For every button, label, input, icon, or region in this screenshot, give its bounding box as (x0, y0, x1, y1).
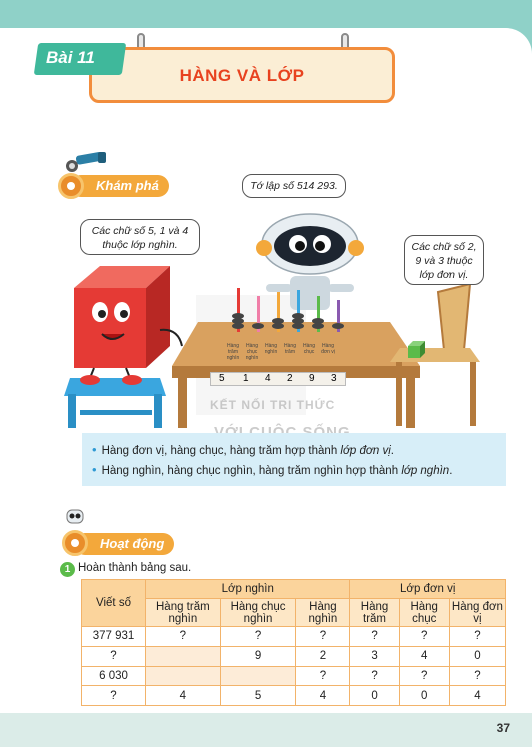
header-write-number: Viết số (81, 579, 146, 627)
subheader: Hàng trăm (349, 598, 400, 627)
abacus-digit: 9 (309, 373, 315, 384)
abacus-column-label: Hàng chục (303, 343, 315, 355)
subheader: Hàng nghìn (295, 598, 351, 627)
gear-icon (62, 530, 88, 556)
watermark-line1: KẾT NỐI TRI THỨC (210, 398, 336, 412)
lesson-title: HÀNG VÀ LỚP (179, 66, 305, 85)
lesson-number: Bài 11 (46, 48, 95, 67)
robot-mascot-icon (66, 509, 84, 524)
exercise-number: 1 (60, 562, 75, 577)
section-explore: Khám phá (70, 175, 169, 197)
subheader: Hàng chục nghìn (219, 598, 297, 627)
abacus-column-label: Hàng trăm nghìn (226, 343, 240, 361)
telescope-icon (66, 152, 106, 172)
summary-line: • Hàng nghìn, hàng chục nghìn, hàng trăm … (92, 462, 453, 477)
abacus-column-label: Hàng chục nghìn (245, 343, 259, 361)
header-thousand-class: Lớp nghìn (144, 579, 351, 599)
exercise-instruction: Hoàn thành bảng sau. (78, 562, 192, 574)
table-row: 6 030 ? ? ? ? (81, 665, 507, 687)
robot-speech-bubble: Tớ lập số 514 293. (242, 174, 346, 198)
header-unit-class: Lớp đơn vị (349, 579, 506, 599)
cube-speech-bubble: Các chữ số 5, 1 và 4 thuộc lớp nghìn. (80, 219, 200, 255)
abacus-digit: 3 (331, 373, 337, 384)
summary-box: • Hàng đơn vị, hàng chục, hàng trăm hợp t… (82, 433, 506, 486)
gear-icon (58, 173, 84, 199)
abacus-column-label: Hàng nghìn (264, 343, 278, 355)
lesson-title-box: HÀNG VÀ LỚP (89, 47, 395, 103)
small-character-speech-bubble: Các chữ số 2, 9 và 3 thuộc lớp đơn vị. (404, 235, 484, 285)
abacus-digit: 1 (243, 373, 249, 384)
footer-band (0, 713, 532, 747)
section-activity: Hoạt động (74, 533, 175, 555)
table-row: ? 9 2 3 4 0 (81, 645, 507, 667)
subheader: Hàng chục (398, 598, 450, 627)
abacus-column-label: Hàng trăm (284, 343, 296, 355)
subheader: Hàng đơn vị (448, 598, 507, 627)
subheader: Hàng trăm nghìn (145, 598, 221, 627)
table-row: ? 4 5 4 0 0 4 (81, 685, 507, 706)
bullet-icon: • (92, 442, 97, 457)
abacus-digit: 5 (219, 373, 225, 384)
bullet-icon: • (92, 462, 97, 477)
summary-line: • Hàng đơn vị, hàng chục, hàng trăm hợp t… (92, 442, 394, 457)
table-row: 377 931 ? ? ? ? ? ? (81, 626, 507, 647)
abacus-column-label: Hàng đơn vị (321, 343, 335, 355)
place-value-table: Viết số Lớp nghìn Lớp đơn vị Hàng trăm n… (81, 579, 507, 706)
page-number: 37 (496, 721, 510, 735)
abacus-digit: 2 (287, 373, 293, 384)
abacus-digit: 4 (265, 373, 271, 384)
abacus-digit-row: 5 1 4 2 9 3 (210, 372, 346, 386)
